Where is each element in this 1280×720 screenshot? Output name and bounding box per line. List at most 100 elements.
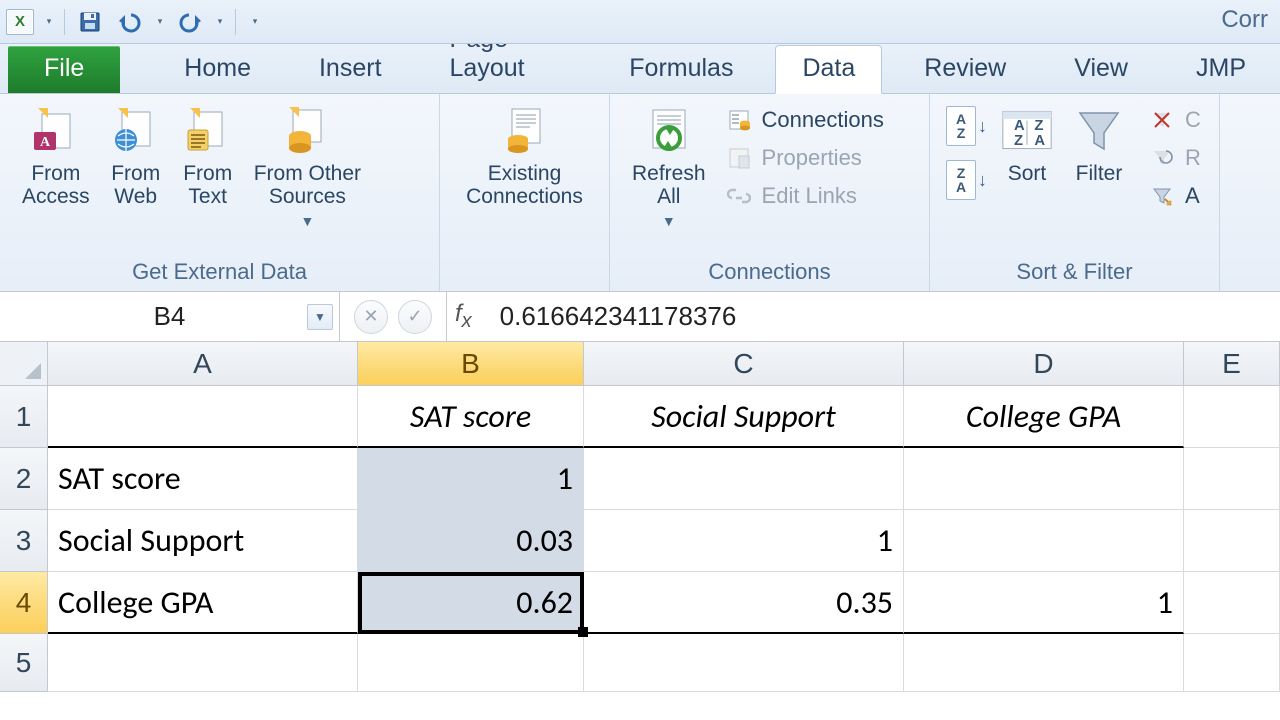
- col-header-A[interactable]: A: [48, 342, 358, 386]
- from-other-sources-button[interactable]: From Other Sources ▼: [244, 100, 371, 234]
- svg-text:Z: Z: [1034, 118, 1043, 134]
- cell-A4[interactable]: College GPA: [48, 572, 358, 634]
- from-access-button[interactable]: A From Access: [12, 100, 100, 212]
- refresh-all-button[interactable]: Refresh All ▼: [622, 100, 716, 234]
- qat-customize-caret-icon[interactable]: ▾: [246, 16, 264, 27]
- tab-data[interactable]: Data: [775, 45, 882, 94]
- cell-B1[interactable]: SAT score: [358, 386, 584, 448]
- existing-connections-icon: [500, 105, 550, 155]
- cell-B2[interactable]: 1: [358, 448, 584, 510]
- enter-formula-button[interactable]: ✓: [398, 300, 432, 334]
- arrow-down-icon: ↓: [978, 170, 987, 191]
- name-box[interactable]: B4 ▼: [0, 292, 340, 341]
- connections-button[interactable]: Connections: [720, 104, 890, 136]
- formula-input[interactable]: [488, 292, 1280, 341]
- fx-icon[interactable]: fx: [447, 300, 488, 333]
- cell-E4[interactable]: [1184, 572, 1280, 634]
- tab-home[interactable]: Home: [158, 46, 277, 93]
- group-connections: Refresh All ▼ Connections: [610, 94, 930, 291]
- refresh-all-label: Refresh All: [632, 162, 706, 208]
- from-text-button[interactable]: From Text: [172, 100, 244, 212]
- clear-filter-icon: [1151, 109, 1173, 131]
- tab-review[interactable]: Review: [898, 46, 1032, 93]
- qat-separator-2: [235, 9, 236, 35]
- clear-filter-label: C: [1185, 107, 1201, 133]
- row-header-5[interactable]: 5: [0, 634, 48, 692]
- select-all-corner[interactable]: [0, 342, 48, 386]
- data-row-5: 5: [0, 634, 1280, 692]
- reapply-filter-button: R: [1143, 142, 1207, 174]
- row-header-4[interactable]: 4: [0, 572, 48, 634]
- cell-B4[interactable]: 0.62: [358, 572, 584, 634]
- cell-C2[interactable]: [584, 448, 904, 510]
- cell-C3[interactable]: 1: [584, 510, 904, 572]
- sort-dialog-button[interactable]: A Z Z A Sort: [991, 100, 1063, 189]
- cell-D3[interactable]: [904, 510, 1184, 572]
- formula-buttons: ✕ ✓: [340, 292, 447, 341]
- edit-links-button: Edit Links: [720, 180, 890, 212]
- ribbon-tabs: File Home Insert Page Layout Formulas Da…: [0, 44, 1280, 94]
- cell-E1[interactable]: [1184, 386, 1280, 448]
- from-text-label: From Text: [183, 162, 232, 208]
- sort-desc-button[interactable]: ZA ↓: [946, 160, 987, 200]
- existing-connections-button[interactable]: Existing Connections: [456, 100, 593, 212]
- tab-formulas[interactable]: Formulas: [603, 46, 759, 93]
- cell-D5[interactable]: [904, 634, 1184, 692]
- cell-C5[interactable]: [584, 634, 904, 692]
- cell-A5[interactable]: [48, 634, 358, 692]
- cell-E2[interactable]: [1184, 448, 1280, 510]
- tab-jmp[interactable]: JMP: [1170, 46, 1272, 93]
- edit-links-icon: [727, 184, 751, 208]
- cell-A2[interactable]: SAT score: [48, 448, 358, 510]
- worksheet[interactable]: A B C D E 1 SAT score Social Support Col…: [0, 342, 1280, 692]
- undo-icon: [117, 11, 143, 33]
- cell-B3[interactable]: 0.03: [358, 510, 584, 572]
- cell-D2[interactable]: [904, 448, 1184, 510]
- sort-asc-button[interactable]: AZ ↓: [946, 106, 987, 146]
- redo-button[interactable]: [175, 8, 205, 36]
- cancel-formula-button[interactable]: ✕: [354, 300, 388, 334]
- from-web-button[interactable]: From Web: [100, 100, 172, 212]
- name-box-dropdown-icon[interactable]: ▼: [307, 304, 333, 330]
- tab-insert[interactable]: Insert: [293, 46, 408, 93]
- connections-icon: [727, 108, 751, 132]
- redo-caret-icon[interactable]: ▾: [215, 16, 225, 27]
- save-button[interactable]: [75, 8, 105, 36]
- undo-caret-icon[interactable]: ▾: [155, 16, 165, 27]
- col-header-D[interactable]: D: [904, 342, 1184, 386]
- cell-A3[interactable]: Social Support: [48, 510, 358, 572]
- from-access-icon: A: [32, 106, 80, 154]
- row-header-3[interactable]: 3: [0, 510, 48, 572]
- file-tab[interactable]: File: [8, 46, 120, 93]
- from-web-icon: [112, 106, 160, 154]
- advanced-label: A: [1185, 183, 1200, 209]
- properties-icon: [727, 146, 751, 170]
- cell-E5[interactable]: [1184, 634, 1280, 692]
- tab-view[interactable]: View: [1048, 46, 1154, 93]
- group-existing-connections: Existing Connections: [440, 94, 610, 291]
- col-header-B[interactable]: B: [358, 342, 584, 386]
- undo-button[interactable]: [115, 8, 145, 36]
- cell-C1[interactable]: Social Support: [584, 386, 904, 448]
- sort-label: Sort: [1008, 162, 1047, 185]
- cell-B5[interactable]: [358, 634, 584, 692]
- save-icon: [78, 10, 102, 34]
- cell-C4[interactable]: 0.35: [584, 572, 904, 634]
- cell-E3[interactable]: [1184, 510, 1280, 572]
- sort-dialog-icon: A Z Z A: [1001, 106, 1053, 154]
- group-label-spacer: [452, 255, 597, 291]
- cell-D4[interactable]: 1: [904, 572, 1184, 634]
- filter-button[interactable]: Filter: [1063, 100, 1135, 189]
- excel-app-icon[interactable]: X: [6, 9, 34, 35]
- advanced-filter-button[interactable]: A: [1143, 180, 1207, 212]
- cell-A1[interactable]: [48, 386, 358, 448]
- cell-D1[interactable]: College GPA: [904, 386, 1184, 448]
- row-header-2[interactable]: 2: [0, 448, 48, 510]
- reapply-icon: [1151, 147, 1173, 169]
- selection-fill-handle[interactable]: [578, 627, 588, 637]
- row-header-1[interactable]: 1: [0, 386, 48, 448]
- col-header-C[interactable]: C: [584, 342, 904, 386]
- excel-app-letter: X: [15, 13, 25, 30]
- col-header-E[interactable]: E: [1184, 342, 1280, 386]
- app-menu-caret-icon[interactable]: ▾: [44, 16, 54, 27]
